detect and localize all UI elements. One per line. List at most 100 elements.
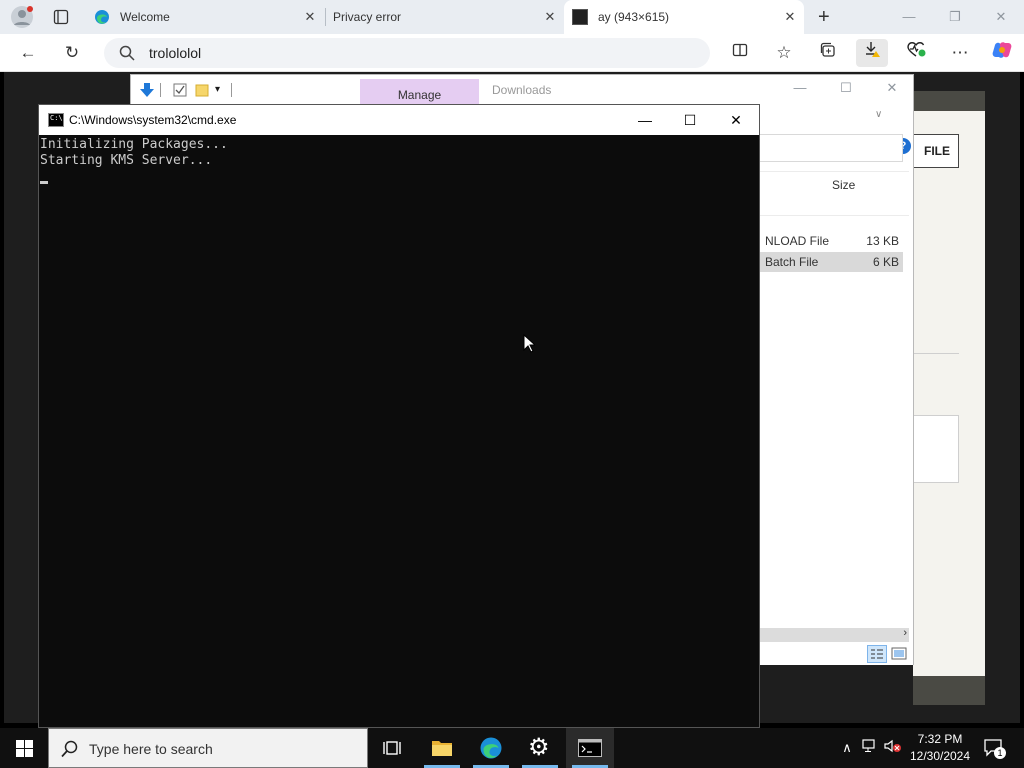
- more-dots-icon: ⋯: [951, 43, 969, 62]
- tab-privacy-error[interactable]: Privacy error ✕: [326, 0, 564, 34]
- tab-actions-button[interactable]: [46, 0, 76, 34]
- new-tab-button[interactable]: +: [812, 0, 842, 34]
- properties-icon[interactable]: [173, 83, 187, 97]
- volume-tray-button[interactable]: [884, 739, 902, 757]
- browser-essentials-button[interactable]: [902, 39, 930, 67]
- explorer-search-box[interactable]: [759, 134, 903, 162]
- close-tab-icon[interactable]: ✕: [302, 9, 318, 25]
- search-icon: [119, 45, 135, 61]
- show-hidden-icons-button[interactable]: ∧: [838, 739, 856, 757]
- collections-icon: [820, 42, 835, 57]
- restore-button[interactable]: ❐: [932, 0, 978, 34]
- search-placeholder: Type here to search: [89, 741, 213, 757]
- gear-icon: ⚙: [528, 734, 550, 761]
- split-screen-button[interactable]: [726, 39, 754, 67]
- file-row[interactable]: NLOAD File 13 KB: [759, 231, 903, 251]
- file-type: Batch File: [765, 255, 819, 269]
- cmd-maximize-button[interactable]: ☐: [667, 105, 713, 135]
- profile-button[interactable]: [0, 0, 46, 34]
- clock-time: 7:32 PM: [917, 732, 963, 746]
- explorer-maximize-button[interactable]: ☐: [823, 73, 869, 103]
- address-bar[interactable]: trolololol: [104, 38, 710, 68]
- header-divider: [759, 171, 909, 172]
- close-icon: ✕: [886, 80, 898, 95]
- browser-toolbar: ← ↻ trolololol ☆ ⋯: [0, 34, 1024, 72]
- heartbeat-icon: [907, 42, 926, 57]
- close-tab-icon[interactable]: ✕: [542, 9, 558, 25]
- qa-separator: [231, 83, 232, 97]
- file-button[interactable]: FILE: [913, 134, 959, 168]
- large-icons-view-icon[interactable]: [891, 647, 907, 661]
- web-page-card: FILE: [913, 91, 985, 705]
- file-type: NLOAD File: [765, 234, 830, 248]
- page-card-footer: [913, 676, 985, 705]
- favorites-button[interactable]: ☆: [770, 39, 798, 67]
- taskbar: Type here to search ⚙ ∧ 7:32 PM 12/30/20…: [0, 728, 1024, 768]
- windows-logo-icon: [16, 740, 33, 757]
- console-cursor: [40, 181, 48, 184]
- cmd-window-title: C:\Windows\system32\cmd.exe: [69, 113, 237, 127]
- plus-icon: +: [818, 5, 830, 28]
- action-center-button[interactable]: 1: [983, 739, 1006, 759]
- qa-dropdown-icon[interactable]: ▾: [215, 83, 229, 97]
- details-view-icon[interactable]: [867, 645, 887, 663]
- refresh-button[interactable]: ↻: [58, 39, 86, 67]
- taskbar-clock[interactable]: 7:32 PM 12/30/2024: [904, 731, 976, 765]
- horizontal-scrollbar[interactable]: ›: [759, 627, 909, 642]
- tab-label: Welcome: [120, 10, 170, 24]
- back-button[interactable]: ←: [14, 39, 42, 67]
- collections-button[interactable]: [814, 39, 842, 67]
- minimize-icon: —: [902, 9, 916, 24]
- start-button[interactable]: [0, 728, 48, 768]
- edge-icon: [95, 10, 109, 24]
- qa-separator: [160, 83, 161, 97]
- cmd-window[interactable]: C:\Windows\system32\cmd.exe — ☐ ✕ Initia…: [38, 104, 760, 728]
- image-favicon-icon: [572, 9, 588, 25]
- new-folder-icon[interactable]: [195, 83, 209, 97]
- chevron-up-icon: ∧: [842, 740, 852, 755]
- minimize-icon: —: [793, 80, 807, 95]
- taskbar-file-explorer[interactable]: [418, 728, 466, 768]
- page-card-header: [913, 91, 985, 111]
- tab-active-image[interactable]: ay (943×615) ✕: [564, 0, 804, 34]
- task-view-button[interactable]: [368, 728, 416, 768]
- manage-tab[interactable]: Manage: [360, 79, 479, 107]
- explorer-close-button[interactable]: ✕: [869, 73, 915, 103]
- explorer-status-bar: [759, 643, 913, 665]
- console-output[interactable]: Initializing Packages... Starting KMS Se…: [39, 135, 759, 727]
- explorer-minimize-button[interactable]: —: [777, 73, 823, 103]
- copilot-button[interactable]: [988, 39, 1016, 67]
- expand-ribbon-icon[interactable]: ∨: [875, 109, 882, 120]
- taskbar-search-box[interactable]: Type here to search: [48, 728, 368, 768]
- content-box: [913, 415, 959, 483]
- settings-more-button[interactable]: ⋯: [946, 39, 974, 67]
- tab-welcome[interactable]: Welcome ✕: [86, 0, 324, 34]
- taskbar-edge[interactable]: [467, 728, 515, 768]
- close-tab-icon[interactable]: ✕: [782, 9, 798, 25]
- file-row-selected[interactable]: Batch File 6 KB: [759, 252, 903, 272]
- tab-actions-icon: [53, 9, 69, 25]
- cmd-close-button[interactable]: ✕: [713, 105, 759, 135]
- file-explorer-icon: [432, 741, 452, 756]
- size-column-header[interactable]: Size: [832, 178, 855, 192]
- minimize-button[interactable]: —: [886, 0, 932, 34]
- profile-avatar-icon: [11, 6, 33, 28]
- back-arrow-icon: ←: [19, 43, 37, 62]
- taskbar-settings[interactable]: ⚙: [516, 728, 564, 768]
- file-size: 13 KB: [866, 234, 899, 248]
- downloads-button[interactable]: [856, 39, 888, 67]
- close-window-button[interactable]: ✕: [978, 0, 1024, 34]
- network-tray-button[interactable]: [861, 739, 879, 757]
- tab-label: Privacy error: [333, 10, 402, 24]
- taskbar-cmd[interactable]: [566, 728, 614, 768]
- divider: [913, 353, 959, 354]
- terminal-icon: [578, 739, 602, 757]
- cmd-title-bar[interactable]: C:\Windows\system32\cmd.exe — ☐ ✕: [39, 105, 759, 135]
- explorer-title-bar: ▾ Manage Downloads — ☐ ✕: [131, 73, 915, 107]
- maximize-icon: ☐: [840, 80, 852, 95]
- task-view-icon: [383, 741, 401, 755]
- header-divider: [759, 215, 909, 216]
- scroll-right-icon[interactable]: ›: [903, 627, 907, 639]
- tab-label: ay (943×615): [598, 10, 670, 24]
- cmd-minimize-button[interactable]: —: [622, 105, 668, 135]
